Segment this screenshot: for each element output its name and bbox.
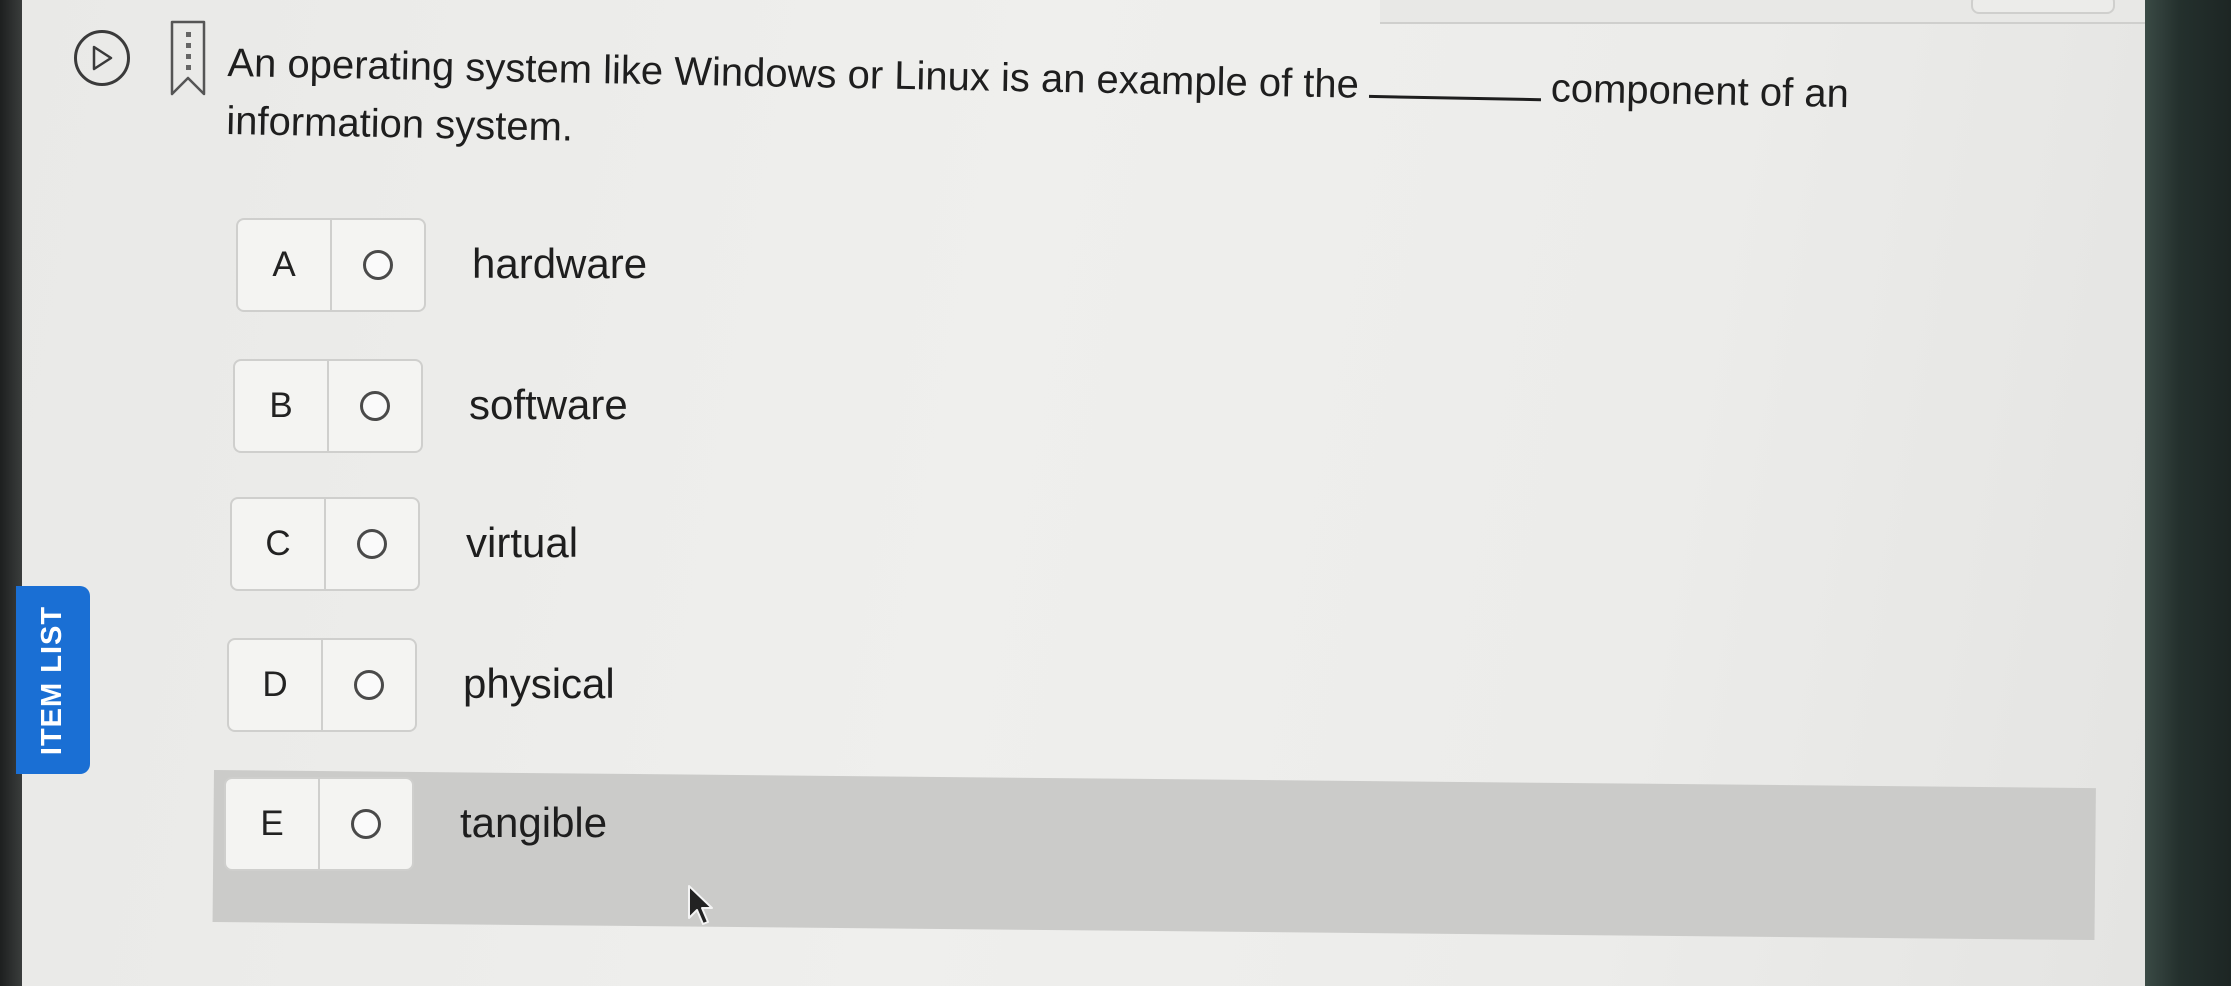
radio-button[interactable] — [363, 250, 393, 280]
radio-button[interactable] — [357, 529, 387, 559]
radio-button[interactable] — [360, 391, 390, 421]
play-icon — [92, 45, 113, 71]
right-bezel — [2145, 0, 2231, 986]
option-letter: E — [224, 777, 318, 871]
option-c[interactable]: C virtual — [230, 497, 1230, 591]
option-text[interactable]: hardware — [472, 240, 647, 288]
option-d[interactable]: D physical — [227, 638, 1227, 732]
option-text[interactable]: software — [469, 381, 628, 429]
option-text[interactable]: physical — [463, 660, 615, 708]
option-letter: B — [233, 359, 327, 453]
item-list-tab[interactable]: ITEM LIST — [16, 586, 90, 774]
toolbar-chip[interactable] — [1971, 0, 2115, 14]
option-letter: A — [236, 218, 330, 312]
option-radio-cell[interactable] — [321, 638, 417, 732]
option-radio-cell[interactable] — [318, 777, 414, 871]
option-text[interactable]: tangible — [460, 799, 607, 847]
option-radio-cell[interactable] — [330, 218, 426, 312]
bookmark-button[interactable] — [168, 18, 208, 98]
option-b[interactable]: B software — [233, 359, 1233, 453]
option-letter: D — [227, 638, 321, 732]
option-e[interactable]: E tangible — [224, 777, 1224, 871]
option-text[interactable]: virtual — [466, 519, 578, 567]
item-list-label: ITEM LIST — [36, 605, 69, 755]
radio-button[interactable] — [354, 670, 384, 700]
option-letter: C — [230, 497, 324, 591]
mouse-pointer-icon — [686, 884, 714, 928]
answer-blank — [1368, 64, 1542, 102]
option-radio-cell[interactable] — [327, 359, 423, 453]
left-bezel — [0, 0, 22, 986]
radio-button[interactable] — [351, 809, 381, 839]
option-a[interactable]: A hardware — [236, 218, 1236, 312]
bookmark-flag-icon — [170, 20, 206, 96]
play-audio-button[interactable] — [74, 30, 130, 86]
option-radio-cell[interactable] — [324, 497, 420, 591]
top-toolbar-edge — [1380, 0, 2145, 24]
